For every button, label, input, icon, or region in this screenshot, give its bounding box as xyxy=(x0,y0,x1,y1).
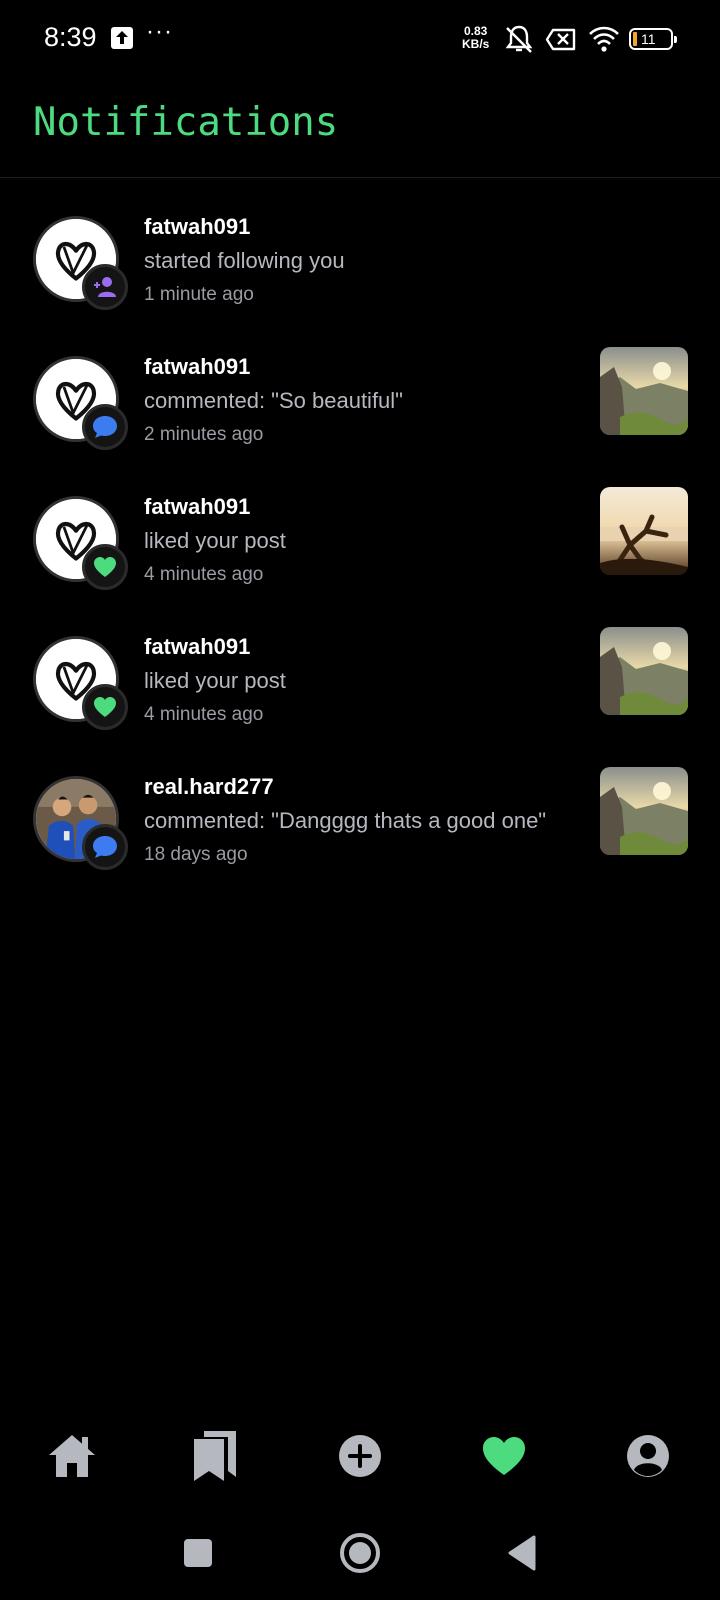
nav-home-button[interactable] xyxy=(36,1420,108,1492)
notification-item[interactable]: fatwah091 liked your post 4 minutes ago xyxy=(0,627,720,770)
profile-icon xyxy=(627,1435,669,1477)
bookmarks-icon xyxy=(194,1431,236,1481)
notification-item[interactable]: fatwah091 commented: "So beautiful" 2 mi… xyxy=(0,347,720,490)
notification-time: 4 minutes ago xyxy=(144,704,264,725)
comment-icon xyxy=(93,836,117,858)
notification-time: 4 minutes ago xyxy=(144,564,264,585)
notification-action: liked your post xyxy=(144,528,286,553)
page-title: Notifications xyxy=(33,100,339,145)
comment-badge xyxy=(82,824,128,870)
add-post-icon xyxy=(339,1435,381,1477)
nav-add-post-button[interactable] xyxy=(324,1420,396,1492)
status-time: 8:39 xyxy=(44,22,97,52)
mountain-sunset-image xyxy=(600,347,688,435)
upload-icon xyxy=(111,27,133,49)
post-thumbnail[interactable] xyxy=(600,627,688,715)
notification-action: commented: "Dangggg thats a good one" xyxy=(144,808,547,833)
post-thumbnail[interactable] xyxy=(600,347,688,435)
post-thumbnail[interactable] xyxy=(600,767,688,855)
notification-action: liked your post xyxy=(144,668,286,693)
follow-icon xyxy=(94,277,116,297)
notification-username[interactable]: fatwah091 xyxy=(144,354,250,380)
mountain-sunset-image xyxy=(600,627,688,715)
home-icon xyxy=(49,1435,95,1477)
notification-username[interactable]: real.hard277 xyxy=(144,774,274,800)
network-speed: 0.83 KB/s xyxy=(462,25,489,51)
comment-icon xyxy=(93,416,117,438)
home-system-button[interactable] xyxy=(335,1528,385,1578)
driftwood-lake-image xyxy=(600,487,688,575)
notification-time: 1 minute ago xyxy=(144,284,254,305)
notification-time: 2 minutes ago xyxy=(144,424,264,445)
notification-list: fatwah091 started following you 1 minute… xyxy=(0,210,720,910)
recents-button[interactable] xyxy=(173,1528,223,1578)
activity-heart-icon xyxy=(483,1437,525,1475)
battery-icon: 11 xyxy=(629,28,677,50)
heart-icon xyxy=(94,697,116,717)
nav-bookmarks-button[interactable] xyxy=(179,1420,251,1492)
notification-time: 18 days ago xyxy=(144,844,248,865)
recents-icon xyxy=(184,1539,212,1567)
notification-username[interactable]: fatwah091 xyxy=(144,494,250,520)
like-badge xyxy=(82,544,128,590)
nav-activity-button[interactable] xyxy=(468,1420,540,1492)
system-nav-bar xyxy=(0,1510,720,1600)
notification-username[interactable]: fatwah091 xyxy=(144,634,250,660)
nav-profile-button[interactable] xyxy=(612,1420,684,1492)
notification-action: started following you xyxy=(144,248,345,273)
notification-action: commented: "So beautiful" xyxy=(144,388,403,413)
heart-icon xyxy=(94,557,116,577)
comment-badge xyxy=(82,404,128,450)
post-thumbnail[interactable] xyxy=(600,487,688,575)
bottom-nav xyxy=(0,1420,720,1510)
back-button[interactable] xyxy=(497,1528,547,1578)
notification-item[interactable]: fatwah091 liked your post 4 minutes ago xyxy=(0,487,720,630)
notification-item[interactable]: real.hard277 commented: "Dangggg thats a… xyxy=(0,767,720,910)
home-circle-icon xyxy=(340,1533,380,1573)
network-speed-unit: KB/s xyxy=(462,37,490,51)
header: Notifications xyxy=(0,80,720,178)
no-sim-icon xyxy=(545,28,576,51)
status-bar: 8:39 ··· 0.83 KB/s 11 xyxy=(0,0,720,80)
mountain-sunset-image xyxy=(600,767,688,855)
more-notifications-icon: ··· xyxy=(146,18,173,45)
notification-item[interactable]: fatwah091 started following you 1 minute… xyxy=(0,210,720,350)
wifi-icon xyxy=(589,26,619,52)
mute-icon xyxy=(505,25,533,53)
follow-badge xyxy=(82,264,128,310)
back-icon xyxy=(508,1535,536,1571)
like-badge xyxy=(82,684,128,730)
battery-level: 11 xyxy=(641,31,656,47)
notification-username[interactable]: fatwah091 xyxy=(144,214,250,240)
